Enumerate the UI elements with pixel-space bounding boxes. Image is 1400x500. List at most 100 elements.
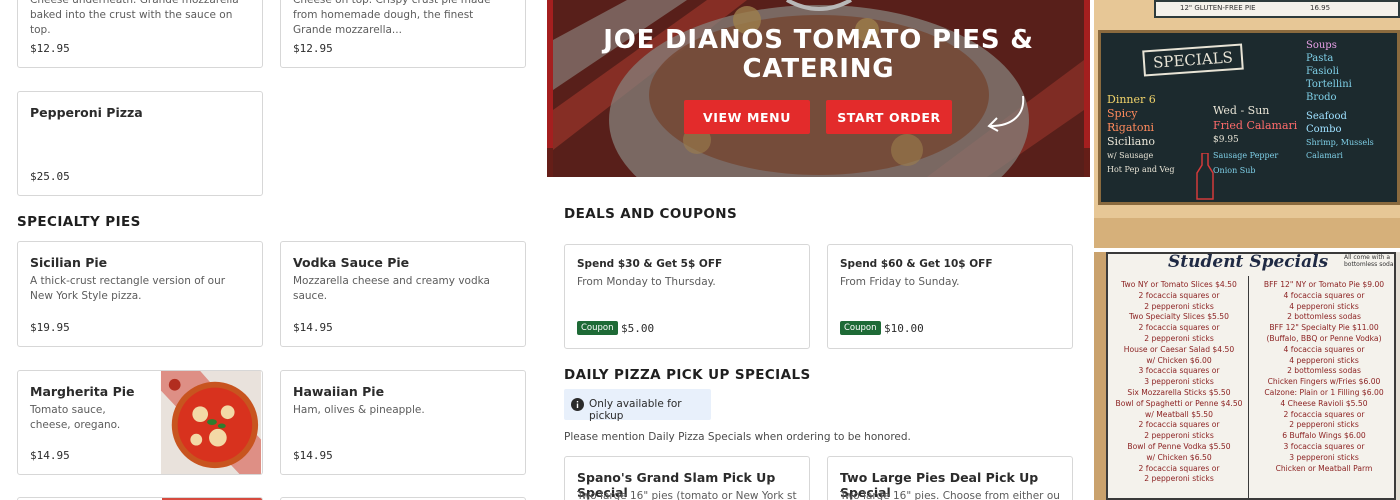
student-specials-right-column: BFF 12" NY or Tomato Pie $9.00 4 focaccia… <box>1252 280 1396 474</box>
student-special-line: 3 pepperoni sticks <box>1144 377 1214 387</box>
chalk-line: Brodo <box>1306 92 1337 103</box>
chalk-line: Shrimp, Mussels <box>1306 138 1374 147</box>
menu-item-price: $12.95 <box>30 42 70 55</box>
menu-item-card-margherita[interactable]: Margherita Pie Tomato sauce, cheese, ore… <box>17 370 263 475</box>
menu-item-card-pepperoni[interactable]: Pepperoni Pizza $25.05 <box>17 91 263 196</box>
chalk-line: Wed - Sun <box>1213 104 1270 117</box>
pickup-info-pill: Only available for pickup <box>564 389 711 422</box>
menu-item-price: $14.95 <box>293 321 333 334</box>
student-special-line: 4 Cheese Ravioli $5.50 <box>1280 398 1368 408</box>
wine-bottle-icon <box>1196 153 1214 200</box>
price-sign-label: 12" GLUTEN-FREE PIE <box>1180 4 1256 12</box>
student-special-line: 2 pepperoni sticks <box>1289 420 1359 430</box>
chalk-line: Fasioli <box>1306 66 1339 77</box>
chalk-line: Tortellini <box>1306 79 1352 90</box>
menu-item-description: Cheese underneath. Grande mozzarella bak… <box>30 0 239 36</box>
coupon-subtitle: From Monday to Thursday. <box>577 276 716 288</box>
student-special-line: 2 pepperoni sticks <box>1144 301 1214 311</box>
student-specials-title: Student Specials <box>1168 252 1329 272</box>
student-special-line: 2 focaccia squares or <box>1138 420 1220 430</box>
student-special-line: Chicken Fingers w/Fries $6.00 <box>1267 377 1381 387</box>
curved-arrow-icon <box>987 95 1025 132</box>
chalk-line: Seafood <box>1306 111 1347 122</box>
menu-item-card-vodka[interactable]: Vodka Sauce Pie Mozzarella cheese and cr… <box>280 241 526 347</box>
chalkboard-middle-column: Wed - Sun Fried Calamari $9.95 Sausage P… <box>1213 103 1297 178</box>
menu-item-description: A thick-crust rectangle version of our N… <box>30 275 226 302</box>
chalk-line: Combo <box>1306 124 1342 135</box>
chalkboard-left-column: Dinner 6 Spicy Rigatoni Siciliano w/ Sau… <box>1107 93 1174 177</box>
menu-item-description: Tomato sauce, cheese, oregano. <box>30 404 121 431</box>
chalk-line: w/ Sausage <box>1107 151 1154 160</box>
menu-item-card-hawaiian[interactable]: Hawaiian Pie Ham, olives & pineapple. $1… <box>280 370 526 475</box>
menu-item-price: $12.95 <box>293 42 333 55</box>
menu-item-price: $14.95 <box>293 449 333 462</box>
student-special-line: 2 focaccia squares or <box>1138 463 1220 473</box>
chalk-line: $9.95 <box>1213 135 1239 145</box>
coupon-badge: Coupon <box>577 321 618 335</box>
column-divider <box>1248 276 1249 500</box>
student-special-line: 2 bottomless sodas <box>1287 312 1361 322</box>
menu-item-card-sicilian[interactable]: Sicilian Pie A thick-crust rectangle ver… <box>17 241 263 347</box>
hero-banner: JOE DIANOS TOMATO PIES & CATERING VIEW M… <box>547 0 1090 177</box>
student-specials-board: Student Specials All come with a bottoml… <box>1106 252 1396 500</box>
daily-special-description: Two large 16" pies (tomato or New York s… <box>577 490 797 500</box>
coupon-title: Spend $60 & Get 10$ OFF <box>840 258 993 270</box>
hero-title-line-1: JOE DIANOS TOMATO PIES & <box>603 25 1034 55</box>
student-special-line: 3 pepperoni sticks <box>1289 452 1359 462</box>
chalk-line: Onion Sub <box>1213 166 1256 175</box>
chalk-line: Siciliano <box>1107 135 1156 148</box>
coupon-subtitle: From Friday to Sunday. <box>840 276 960 288</box>
coupon-card[interactable]: Spend $60 & Get 10$ OFF From Friday to S… <box>827 244 1073 349</box>
student-special-line: 4 pepperoni sticks <box>1289 355 1359 365</box>
student-special-line: 2 bottomless sodas <box>1287 366 1361 376</box>
menu-item-name: Hawaiian Pie <box>293 384 385 399</box>
student-special-line: Calzone: Plain or 1 Filling $6.00 <box>1264 387 1384 397</box>
wall-shelf <box>1094 218 1400 248</box>
menu-item-card[interactable]: Cheese on top. Crispy crust pie made fro… <box>280 0 526 68</box>
coupon-amount: $10.00 <box>884 322 924 335</box>
student-special-line: Chicken or Meatball Parm <box>1275 463 1373 473</box>
hero-title-line-2: CATERING <box>742 54 895 84</box>
coupon-card[interactable]: Spend $30 & Get 5$ OFF From Monday to Th… <box>564 244 810 349</box>
menu-item-description: Mozzarella cheese and creamy vodka sauce… <box>293 275 490 302</box>
menu-item-card[interactable]: Cheese underneath. Grande mozzarella bak… <box>17 0 263 68</box>
menu-item-name: Pepperoni Pizza <box>30 105 143 120</box>
menu-item-description: Ham, olives & pineapple. <box>293 404 425 416</box>
chalk-line: Sausage Pepper <box>1213 151 1279 160</box>
info-icon <box>571 398 584 411</box>
student-special-line: House or Caesar Salad $4.50 <box>1123 344 1235 354</box>
view-menu-button[interactable]: VIEW MENU <box>684 100 810 134</box>
pickup-info-text: Only available for pickup <box>589 398 682 422</box>
coupon-amount: $5.00 <box>621 322 655 335</box>
student-special-line: 6 Buffalo Wings $6.00 <box>1282 431 1366 441</box>
daily-special-card[interactable]: Two Large Pies Deal Pick Up Special Two … <box>827 456 1073 500</box>
menu-item-price: $19.95 <box>30 321 70 334</box>
margherita-pizza-image <box>160 371 262 474</box>
student-special-line: w/ Chicken $6.50 <box>1146 452 1212 462</box>
student-special-line: 4 focaccia squares or <box>1283 290 1365 300</box>
student-special-line: w/ Chicken $6.00 <box>1146 355 1212 365</box>
chalk-line: Fried Calamari <box>1213 119 1298 132</box>
student-special-line: 2 focaccia squares or <box>1138 323 1220 333</box>
menu-item-name: Sicilian Pie <box>30 255 108 270</box>
chalk-line: Calamari <box>1306 151 1343 160</box>
student-special-line: Six Mozzarella Sticks $5.50 <box>1127 387 1231 397</box>
student-special-line: Bowl of Spaghetti or Penne $4.50 <box>1115 398 1243 408</box>
menu-item-price: $25.05 <box>30 170 70 183</box>
student-special-line: Two NY or Tomato Slices $4.50 <box>1121 280 1237 289</box>
student-special-line: 3 focaccia squares or <box>1138 366 1220 376</box>
menu-item-price: $14.95 <box>30 449 70 462</box>
student-special-line: 2 focaccia squares or <box>1283 409 1365 419</box>
start-order-button[interactable]: START ORDER <box>826 100 952 134</box>
student-special-line: Bowl of Penne Vodka $5.50 <box>1127 441 1231 451</box>
chalk-line: Hot Pep and Veg <box>1107 165 1175 174</box>
student-specials-photo: Student Specials All come with a bottoml… <box>1094 252 1400 500</box>
student-special-line: Two Specialty Slices $5.50 <box>1129 312 1229 322</box>
price-sign-value: 16.95 <box>1310 4 1331 12</box>
student-special-line: w/ Meatball $5.50 <box>1145 409 1213 419</box>
student-special-line: BFF 12" Specialty Pie $11.00 <box>1269 323 1379 333</box>
chalkboard-right-column: Soups Pasta Fasioli Tortellini Brodo Sea… <box>1306 39 1374 162</box>
daily-special-card[interactable]: Spano's Grand Slam Pick Up Special Two l… <box>564 456 810 500</box>
coupon-badge: Coupon <box>840 321 881 335</box>
hero-title: JOE DIANOS TOMATO PIES & CATERING <box>547 26 1090 84</box>
